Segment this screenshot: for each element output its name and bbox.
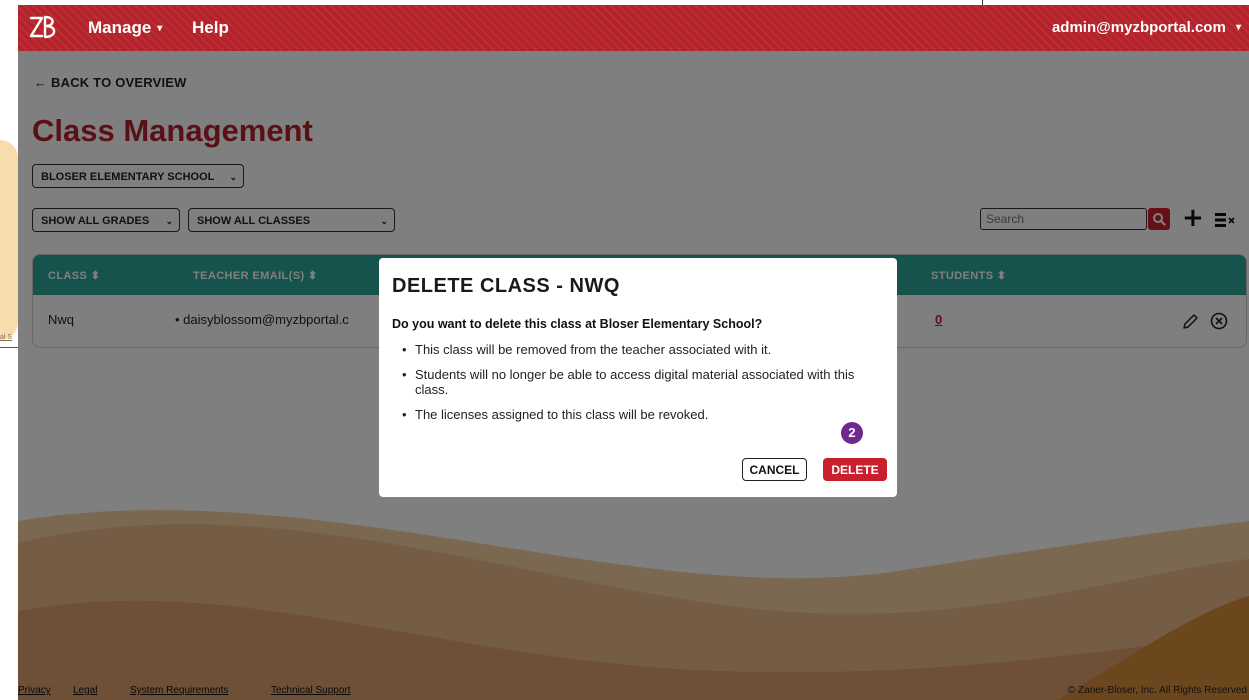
user-email: admin@myzbportal.com — [1051, 19, 1226, 36]
background-window-strip: al S — [0, 0, 18, 700]
dialog-consequences-list: This class will be removed from the teac… — [399, 342, 869, 432]
step-number-badge: 2 — [841, 422, 863, 444]
delete-class-dialog: DELETE CLASS - NWQ Do you want to delete… — [379, 258, 897, 497]
dialog-question: Do you want to delete this class at Blos… — [392, 317, 763, 331]
background-divider — [0, 347, 18, 348]
zb-logo-icon[interactable] — [28, 13, 60, 41]
delete-button[interactable]: DELETE — [823, 458, 887, 481]
app-window: Manage▾ Help admin@myzbportal.com ▾ ← BA… — [18, 5, 1249, 700]
nav-manage-menu[interactable]: Manage ▾ — [88, 18, 162, 38]
list-item: The licenses assigned to this class will… — [399, 407, 869, 422]
user-account-menu[interactable]: admin@myzbportal.com ▾ — [1052, 19, 1241, 36]
cancel-button[interactable]: CANCEL — [742, 458, 807, 481]
top-navbar: Manage ▾ Help admin@myzbportal.com ▾ — [18, 5, 1249, 51]
dialog-title: DELETE CLASS - NWQ — [392, 275, 620, 297]
caret-down-icon: ▾ — [1235, 22, 1241, 33]
list-item: This class will be removed from the teac… — [399, 342, 869, 357]
background-link[interactable]: al S — [0, 334, 12, 341]
nav-help-link[interactable]: Help — [192, 18, 229, 38]
nav-manage-label: Manage — [88, 18, 152, 37]
list-item: Students will no longer be able to acces… — [399, 367, 869, 397]
background-decoration — [0, 140, 18, 340]
caret-down-icon: ▾ — [157, 23, 163, 34]
